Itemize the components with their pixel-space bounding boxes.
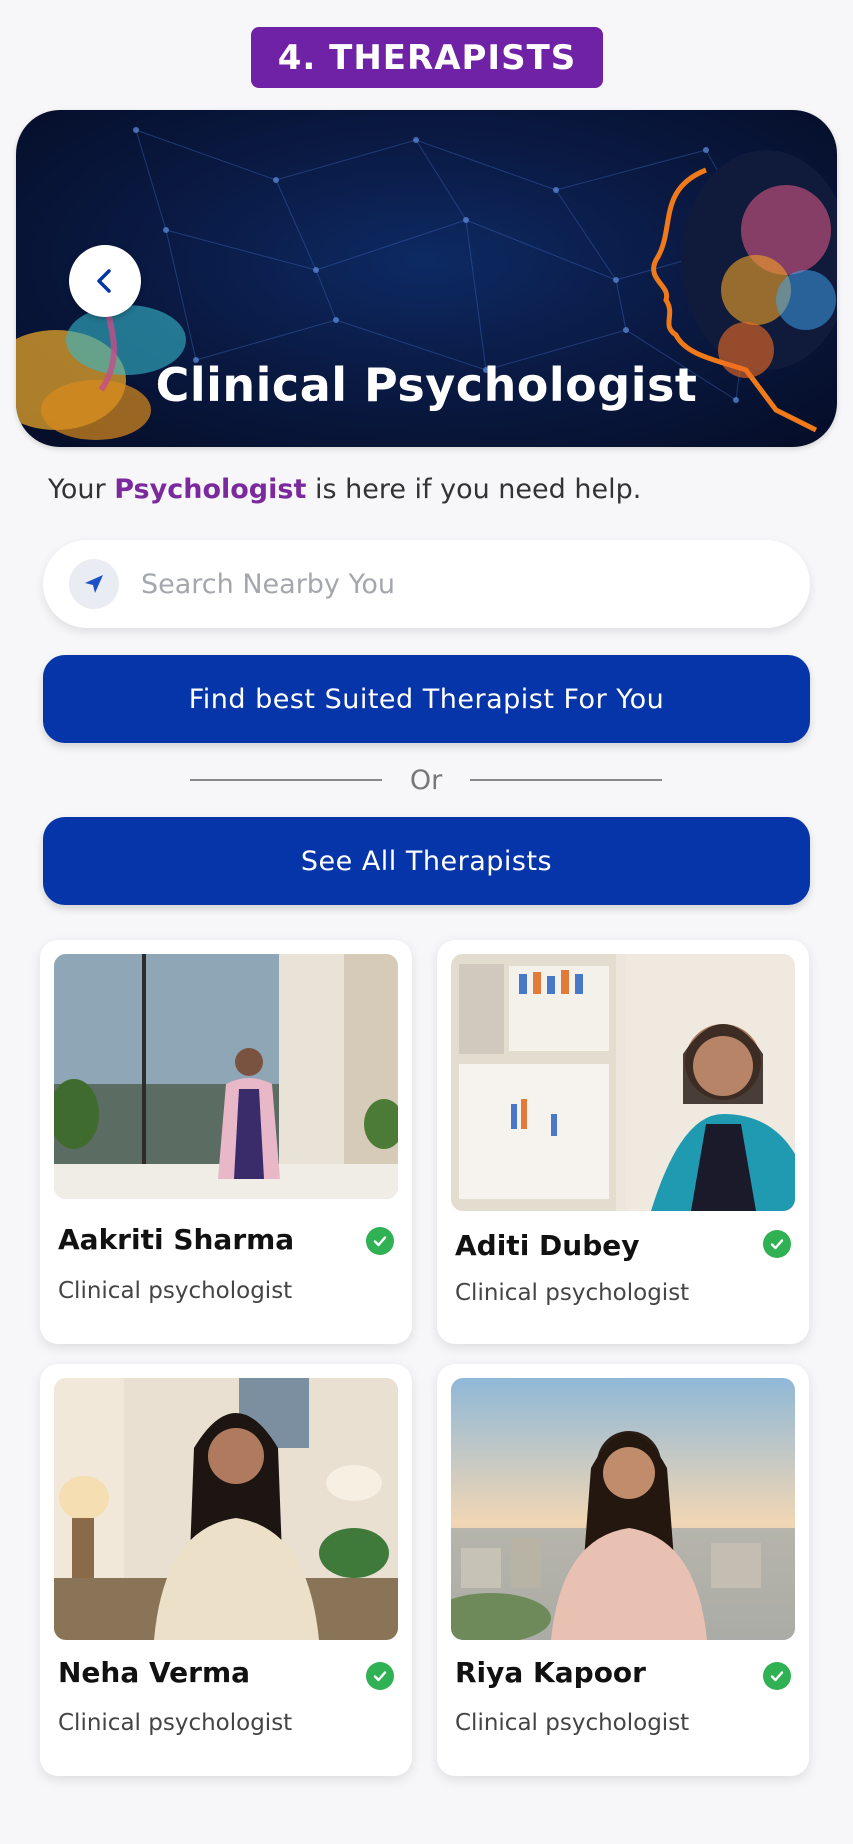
hero-banner: Clinical Psychologist bbox=[16, 110, 837, 447]
therapist-card[interactable]: Aakriti Sharma Clinical psychologist bbox=[40, 940, 412, 1344]
divider-line-right bbox=[469, 779, 662, 781]
therapist-photo bbox=[451, 1378, 795, 1640]
therapist-name: Riya Kapoor bbox=[455, 1656, 646, 1689]
therapist-role: Clinical psychologist bbox=[58, 1278, 293, 1304]
verified-check-icon bbox=[763, 1230, 791, 1258]
or-label: Or bbox=[409, 764, 443, 796]
verified-check-icon bbox=[366, 1227, 394, 1255]
divider-line-left bbox=[190, 779, 382, 781]
therapist-card[interactable]: Aditi Dubey Clinical psychologist bbox=[437, 940, 809, 1344]
see-all-therapists-button[interactable]: See All Therapists bbox=[43, 817, 810, 905]
therapist-card[interactable]: Riya Kapoor Clinical psychologist bbox=[437, 1364, 809, 1776]
therapist-role: Clinical psychologist bbox=[455, 1710, 690, 1736]
or-divider: Or bbox=[190, 764, 662, 796]
verified-check-icon bbox=[763, 1662, 791, 1690]
tagline: Your Psychologist is here if you need he… bbox=[48, 474, 642, 505]
therapist-role: Clinical psychologist bbox=[455, 1280, 690, 1306]
tagline-highlight: Psychologist bbox=[114, 474, 307, 505]
therapist-photo bbox=[54, 954, 398, 1199]
verified-check-icon bbox=[366, 1662, 394, 1690]
therapist-photo bbox=[54, 1378, 398, 1640]
hero-title: Clinical Psychologist bbox=[155, 358, 698, 412]
therapist-name: Aditi Dubey bbox=[455, 1229, 640, 1262]
therapist-name: Aakriti Sharma bbox=[58, 1223, 295, 1256]
therapist-card[interactable]: Neha Verma Clinical psychologist bbox=[40, 1364, 412, 1776]
search-nearby-input[interactable]: Search Nearby You bbox=[43, 540, 810, 628]
location-arrow-icon bbox=[69, 559, 119, 609]
therapist-role: Clinical psychologist bbox=[58, 1710, 293, 1736]
therapist-photo bbox=[451, 954, 795, 1211]
search-placeholder: Search Nearby You bbox=[141, 568, 396, 600]
therapist-name: Neha Verma bbox=[58, 1656, 251, 1689]
page-section-badge: 4. THERAPISTS bbox=[251, 27, 603, 88]
find-best-therapist-button[interactable]: Find best Suited Therapist For You bbox=[43, 655, 810, 743]
chevron-left-icon bbox=[97, 269, 111, 293]
back-button[interactable] bbox=[69, 245, 141, 317]
